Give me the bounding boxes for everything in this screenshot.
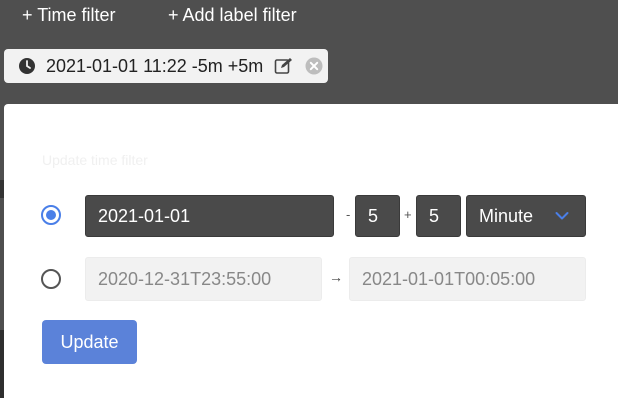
clock-icon <box>19 58 35 74</box>
plus-offset-input[interactable]: 5 <box>416 195 461 237</box>
edit-icon[interactable] <box>274 57 294 75</box>
time-filter-chip[interactable]: 2021-01-01 11:22 -5m +5m <box>4 49 328 83</box>
plus-separator: + <box>404 207 412 222</box>
update-button[interactable]: Update <box>42 320 137 364</box>
minus-offset-input[interactable]: 5 <box>355 195 400 237</box>
minus-separator: - <box>346 207 351 222</box>
range-start-input[interactable]: 2020-12-31T23:55:00 <box>85 257 322 301</box>
date-input[interactable]: 2021-01-01 <box>85 195 334 237</box>
absolute-mode-radio[interactable] <box>41 269 61 289</box>
range-end-input[interactable]: 2021-01-01T00:05:00 <box>349 257 586 301</box>
top-toolbar: + Time filter + Add label filter <box>0 0 618 30</box>
chevron-down-icon <box>555 212 569 220</box>
range-arrow: → <box>329 269 343 285</box>
unit-select[interactable]: Minute <box>466 195 586 237</box>
add-label-filter-button[interactable]: + Add label filter <box>168 4 297 26</box>
update-time-filter-dialog: Update time filter 2021-01-01 - 5 + 5 Mi… <box>4 104 618 398</box>
close-circle-icon[interactable] <box>305 57 323 75</box>
relative-mode-radio[interactable] <box>41 205 61 225</box>
dialog-title: Update time filter <box>42 152 148 168</box>
unit-select-value: Minute <box>479 206 534 226</box>
time-filter-chip-label: 2021-01-01 11:22 -5m +5m <box>46 56 264 76</box>
add-time-filter-button[interactable]: + Time filter <box>22 4 116 26</box>
